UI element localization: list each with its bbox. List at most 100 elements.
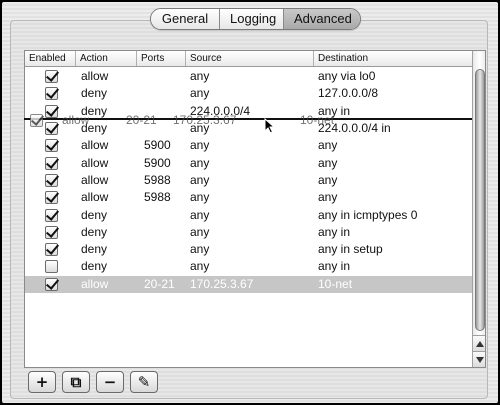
duplicate-rule-button[interactable]: ⧉ bbox=[62, 371, 90, 393]
table-row[interactable]: allow 20-21 170.25.3.67 10-net bbox=[25, 275, 472, 293]
tab-bar: General Logging Advanced bbox=[150, 8, 361, 30]
scroll-down-arrow-icon[interactable] bbox=[473, 351, 485, 367]
action-cell: deny bbox=[81, 242, 108, 257]
source-cell: any bbox=[190, 172, 210, 187]
table-row[interactable]: allow 5900 any any bbox=[25, 137, 472, 154]
enabled-cell bbox=[25, 276, 76, 293]
enabled-cell bbox=[25, 120, 76, 137]
remove-rule-button[interactable]: − bbox=[96, 371, 124, 393]
source-cell: 170.25.3.67 bbox=[190, 276, 254, 291]
destination-cell: any bbox=[318, 138, 338, 153]
action-cell: deny bbox=[81, 224, 108, 239]
table-row[interactable]: deny any any in bbox=[25, 258, 472, 275]
tab-logging[interactable]: Logging bbox=[220, 9, 284, 29]
destination-cell: 10-net bbox=[318, 276, 353, 291]
destination-cell: any in setup bbox=[318, 242, 383, 257]
destination-cell: any in bbox=[318, 259, 351, 274]
column-header-destination[interactable]: Destination bbox=[314, 51, 472, 66]
table-row[interactable]: deny any any in icmptypes 0 bbox=[25, 206, 472, 223]
minus-icon: − bbox=[103, 373, 117, 391]
destination-cell: any in icmptypes 0 bbox=[318, 207, 418, 222]
tab-advanced[interactable]: Advanced bbox=[284, 9, 360, 29]
enabled-cell bbox=[25, 155, 76, 172]
enabled-cell bbox=[25, 189, 76, 206]
table-row[interactable]: allow any any via lo0 bbox=[25, 68, 472, 85]
ports-cell bbox=[137, 258, 186, 275]
enabled-checkbox[interactable] bbox=[45, 277, 58, 291]
column-header-action[interactable]: Action bbox=[76, 51, 137, 66]
action-cell: deny bbox=[81, 259, 108, 274]
destination-cell: any bbox=[318, 172, 338, 187]
table-row[interactable]: allow 5988 any any bbox=[25, 189, 472, 206]
destination-cell: any via lo0 bbox=[318, 69, 376, 84]
source-cell: any bbox=[190, 190, 210, 205]
rules-list: allow any any via lo0 deny any 127.0.0.0/8 den… bbox=[25, 68, 472, 293]
drop-indicator-line bbox=[24, 118, 472, 120]
action-cell: allow bbox=[81, 172, 109, 187]
table-row[interactable]: allow 5988 any any bbox=[25, 172, 472, 189]
ports-cell bbox=[137, 120, 186, 137]
pencil-icon: ✎ bbox=[137, 373, 151, 391]
ports-cell bbox=[137, 207, 186, 224]
action-cell: deny bbox=[81, 121, 108, 136]
column-header-enabled[interactable]: Enabled bbox=[25, 51, 76, 66]
scrollbar-thumb[interactable] bbox=[475, 69, 485, 331]
enabled-checkbox[interactable] bbox=[45, 260, 58, 274]
table-row[interactable]: deny any any in setup bbox=[25, 241, 472, 258]
mouse-cursor-icon bbox=[264, 118, 276, 134]
enabled-cell bbox=[25, 137, 76, 154]
enabled-cell bbox=[25, 241, 76, 258]
column-header-source[interactable]: Source bbox=[186, 51, 314, 66]
enabled-checkbox[interactable] bbox=[45, 104, 58, 118]
enabled-cell bbox=[25, 68, 76, 85]
plus-icon: + bbox=[35, 373, 49, 391]
destination-cell: any bbox=[318, 155, 338, 170]
edit-rule-button[interactable]: ✎ bbox=[130, 371, 158, 393]
destination-cell: any bbox=[318, 190, 338, 205]
enabled-checkbox[interactable] bbox=[45, 139, 58, 153]
rule-toolbar: + ⧉ − ✎ bbox=[28, 371, 158, 393]
source-cell: any bbox=[190, 69, 210, 84]
table-row[interactable]: deny any any in bbox=[25, 224, 472, 241]
ports-cell: 5988 bbox=[144, 190, 171, 205]
table-row[interactable]: allow 5900 any any bbox=[25, 154, 472, 171]
enabled-cell bbox=[25, 207, 76, 224]
source-cell: any bbox=[190, 138, 210, 153]
destination-cell: any in bbox=[318, 224, 351, 239]
enabled-cell bbox=[25, 258, 76, 275]
ports-cell: 5900 bbox=[144, 155, 171, 170]
action-cell: allow bbox=[81, 155, 109, 170]
action-cell: allow bbox=[81, 138, 109, 153]
enabled-cell bbox=[25, 85, 76, 102]
enabled-checkbox[interactable] bbox=[45, 156, 58, 170]
duplicate-icon: ⧉ bbox=[70, 373, 82, 391]
ports-cell bbox=[137, 224, 186, 241]
scroll-up-arrow-icon[interactable] bbox=[473, 335, 485, 351]
rules-table: Enabled Action Ports Source Destination … bbox=[24, 50, 486, 368]
vertical-scrollbar[interactable] bbox=[472, 51, 485, 367]
ports-cell bbox=[137, 85, 186, 102]
destination-cell: 224.0.0.0/4 in bbox=[318, 121, 391, 136]
enabled-cell bbox=[25, 172, 76, 189]
enabled-checkbox[interactable] bbox=[45, 208, 58, 222]
table-row[interactable]: deny any 127.0.0.0/8 bbox=[25, 85, 472, 102]
enabled-checkbox[interactable] bbox=[45, 70, 58, 84]
source-cell: any bbox=[190, 207, 210, 222]
ports-cell: 20-21 bbox=[144, 276, 175, 291]
source-cell: any bbox=[190, 242, 210, 257]
column-header-ports[interactable]: Ports bbox=[137, 51, 186, 66]
add-rule-button[interactable]: + bbox=[28, 371, 56, 393]
tab-general[interactable]: General bbox=[151, 9, 220, 29]
table-header: Enabled Action Ports Source Destination bbox=[25, 51, 472, 67]
ports-cell bbox=[137, 241, 186, 258]
enabled-checkbox[interactable] bbox=[45, 173, 58, 187]
enabled-checkbox[interactable] bbox=[45, 87, 58, 101]
action-cell: deny bbox=[81, 207, 108, 222]
table-row[interactable]: deny any 224.0.0.0/4 in bbox=[25, 120, 472, 137]
source-cell: any bbox=[190, 259, 210, 274]
ports-cell bbox=[137, 68, 186, 85]
enabled-checkbox[interactable] bbox=[45, 122, 58, 136]
enabled-checkbox[interactable] bbox=[45, 243, 58, 257]
enabled-checkbox[interactable] bbox=[45, 225, 58, 239]
enabled-checkbox[interactable] bbox=[45, 191, 58, 205]
